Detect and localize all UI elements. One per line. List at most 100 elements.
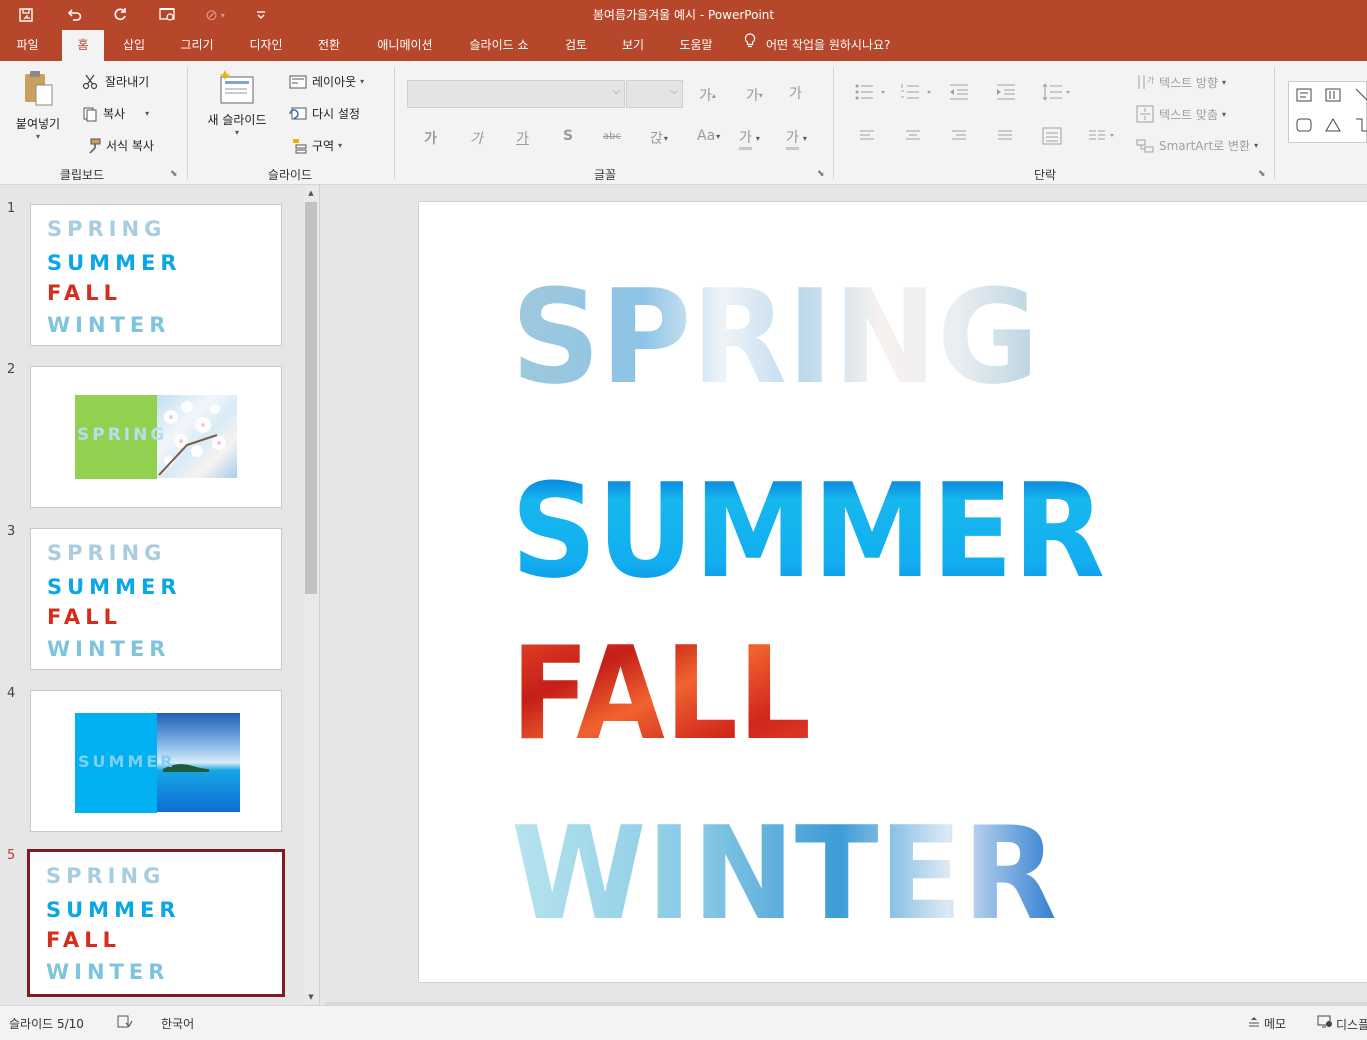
text-box-icon[interactable]: [1296, 88, 1312, 105]
tab-help[interactable]: 도움말: [668, 30, 724, 61]
layout-button[interactable]: 레이아웃 ▾: [288, 73, 364, 90]
current-slide[interactable]: SPRING SUMMER FALL WINTER: [418, 201, 1367, 983]
align-center-icon[interactable]: [905, 129, 921, 147]
increase-font-size-icon[interactable]: 가 ▴: [699, 85, 716, 105]
underline-button[interactable]: 가: [516, 128, 529, 148]
slide-thumbnail-1[interactable]: SPRING SUMMER FALL WINTER: [30, 204, 282, 346]
display-settings-button[interactable]: 디스플: [1317, 1015, 1367, 1033]
align-right-icon[interactable]: [951, 129, 967, 147]
vertical-text-box-icon[interactable]: [1325, 88, 1341, 105]
section-dropdown-icon[interactable]: ▾: [338, 141, 342, 150]
scroll-up-icon[interactable]: ▲: [303, 186, 319, 200]
redo-icon[interactable]: [107, 4, 133, 26]
tab-view[interactable]: 보기: [610, 30, 656, 61]
cut-button[interactable]: 잘라내기: [80, 73, 149, 90]
format-painter-button[interactable]: 서식 복사: [84, 137, 154, 154]
columns-icon[interactable]: [1088, 129, 1118, 147]
tab-draw[interactable]: 그리기: [170, 30, 224, 61]
slide-thumbnail-2[interactable]: SPRING: [30, 366, 282, 508]
copy-button[interactable]: 복사 ▾: [80, 105, 149, 122]
paste-dropdown-icon[interactable]: ▾: [36, 132, 40, 141]
fall-text: FALL: [47, 605, 122, 629]
tab-review[interactable]: 검토: [555, 30, 597, 61]
tab-file[interactable]: 파일: [0, 30, 55, 61]
line-spacing-icon[interactable]: [1042, 83, 1072, 105]
text-direction-button[interactable]: 가 텍스트 방향 ▾: [1135, 73, 1226, 91]
italic-button[interactable]: 가: [470, 128, 483, 148]
language-indicator[interactable]: 한국어: [161, 1015, 194, 1032]
start-from-beginning-icon[interactable]: [155, 4, 181, 26]
reset-button[interactable]: 다시 설정: [288, 105, 360, 122]
scroll-down-icon[interactable]: ▼: [303, 990, 319, 1004]
tab-transitions[interactable]: 전환: [306, 30, 352, 61]
tell-me-box[interactable]: 어떤 작업을 원하시나요?: [744, 30, 890, 61]
layout-label: 레이아웃: [312, 75, 357, 89]
new-slide-dropdown-icon[interactable]: ▾: [235, 128, 239, 137]
notes-label: 메모: [1264, 1017, 1287, 1031]
customize-icon[interactable]: [248, 4, 274, 26]
line-shape-icon[interactable]: [1355, 88, 1367, 105]
numbering-icon[interactable]: [901, 83, 933, 105]
highlight-color-button[interactable]: 가 ▾: [739, 127, 760, 150]
thumbnail-scrollbar[interactable]: ▲ ▼: [303, 186, 319, 1004]
title-bar: ⊘ ▾ 봄여름가을겨울 예시 - PowerPoint: [0, 0, 1367, 30]
cherry-blossom-image: [157, 395, 237, 478]
justify-icon[interactable]: [997, 129, 1013, 147]
display-settings-icon: [1317, 1015, 1333, 1029]
slide-thumbnail-4[interactable]: SUMMER: [30, 690, 282, 832]
display-settings-label: 디스플: [1336, 1018, 1367, 1032]
paragraph-launcher-icon[interactable]: ⬊: [1258, 169, 1266, 179]
touch-mode-icon[interactable]: ⊘ ▾: [202, 4, 228, 26]
align-left-icon[interactable]: [859, 129, 875, 147]
save-icon[interactable]: [13, 4, 39, 26]
section-button[interactable]: 구역 ▾: [290, 137, 342, 154]
fall-text: FALL: [47, 281, 122, 305]
bold-button[interactable]: 가: [424, 128, 437, 148]
slide-number: 3: [7, 524, 16, 539]
new-slide-button[interactable]: 새 슬라이드 ▾: [201, 69, 273, 149]
decrease-indent-icon[interactable]: [949, 83, 969, 105]
clear-formatting-icon[interactable]: 가: [789, 83, 802, 103]
layout-dropdown-icon[interactable]: ▾: [360, 77, 364, 86]
tab-home[interactable]: 홈: [62, 30, 104, 61]
slide-number: 2: [7, 362, 16, 377]
font-size-box[interactable]: ⌵: [626, 80, 683, 108]
font-size-dropdown-icon[interactable]: ⌵: [670, 86, 678, 97]
paste-label: 붙여넣기: [15, 117, 61, 131]
tab-insert[interactable]: 삽입: [112, 30, 156, 61]
strikethrough-button[interactable]: abc: [603, 131, 621, 142]
copy-dropdown-icon[interactable]: ▾: [145, 109, 149, 118]
accessibility-icon[interactable]: [117, 1015, 133, 1032]
spring-text: SPRING: [46, 864, 166, 888]
paste-button[interactable]: 붙여넣기 ▾: [10, 69, 66, 149]
font-name-dropdown-icon[interactable]: ⌵: [612, 86, 620, 97]
spring-text: SPRING: [47, 541, 167, 565]
summer-text: SUMMER: [46, 898, 181, 922]
tab-animations[interactable]: 애니메이션: [365, 30, 445, 61]
font-color-button[interactable]: 가 ▾: [786, 127, 807, 150]
shadow-button[interactable]: S: [563, 128, 573, 144]
tab-design[interactable]: 디자인: [237, 30, 295, 61]
scrollbar-thumb[interactable]: [305, 202, 317, 594]
notes-button[interactable]: 메모: [1248, 1015, 1286, 1032]
convert-smartart-button[interactable]: SmartArt로 변환 ▾: [1135, 137, 1258, 154]
triangle-shape-icon[interactable]: [1325, 118, 1341, 135]
slide-thumbnail-5[interactable]: SPRING SUMMER FALL WINTER: [27, 849, 285, 997]
character-spacing-button[interactable]: 갅 ▾: [650, 128, 668, 148]
rectangle-shape-icon[interactable]: [1296, 118, 1312, 135]
tab-slideshow[interactable]: 슬라이드 쇼: [456, 30, 542, 61]
clipboard-launcher-icon[interactable]: ⬊: [170, 169, 178, 179]
distributed-icon[interactable]: [1042, 127, 1062, 149]
increase-indent-icon[interactable]: [996, 83, 1016, 105]
align-text-button[interactable]: 텍스트 맞춤 ▾: [1135, 105, 1226, 123]
font-name-box[interactable]: ⌵: [407, 80, 625, 108]
change-case-button[interactable]: Aa ▾: [697, 128, 720, 144]
bullets-icon[interactable]: [855, 83, 887, 105]
slide-thumbnail-3[interactable]: SPRING SUMMER FALL WINTER: [30, 528, 282, 670]
font-launcher-icon[interactable]: ⬊: [817, 169, 825, 179]
decrease-font-size-icon[interactable]: 가 ▾: [746, 85, 763, 105]
undo-icon[interactable]: [61, 4, 87, 26]
connector-shape-icon[interactable]: [1355, 118, 1367, 135]
shapes-gallery[interactable]: [1288, 81, 1367, 143]
status-bar: 슬라이드 5/10 한국어 메모 디스플: [0, 1005, 1367, 1040]
